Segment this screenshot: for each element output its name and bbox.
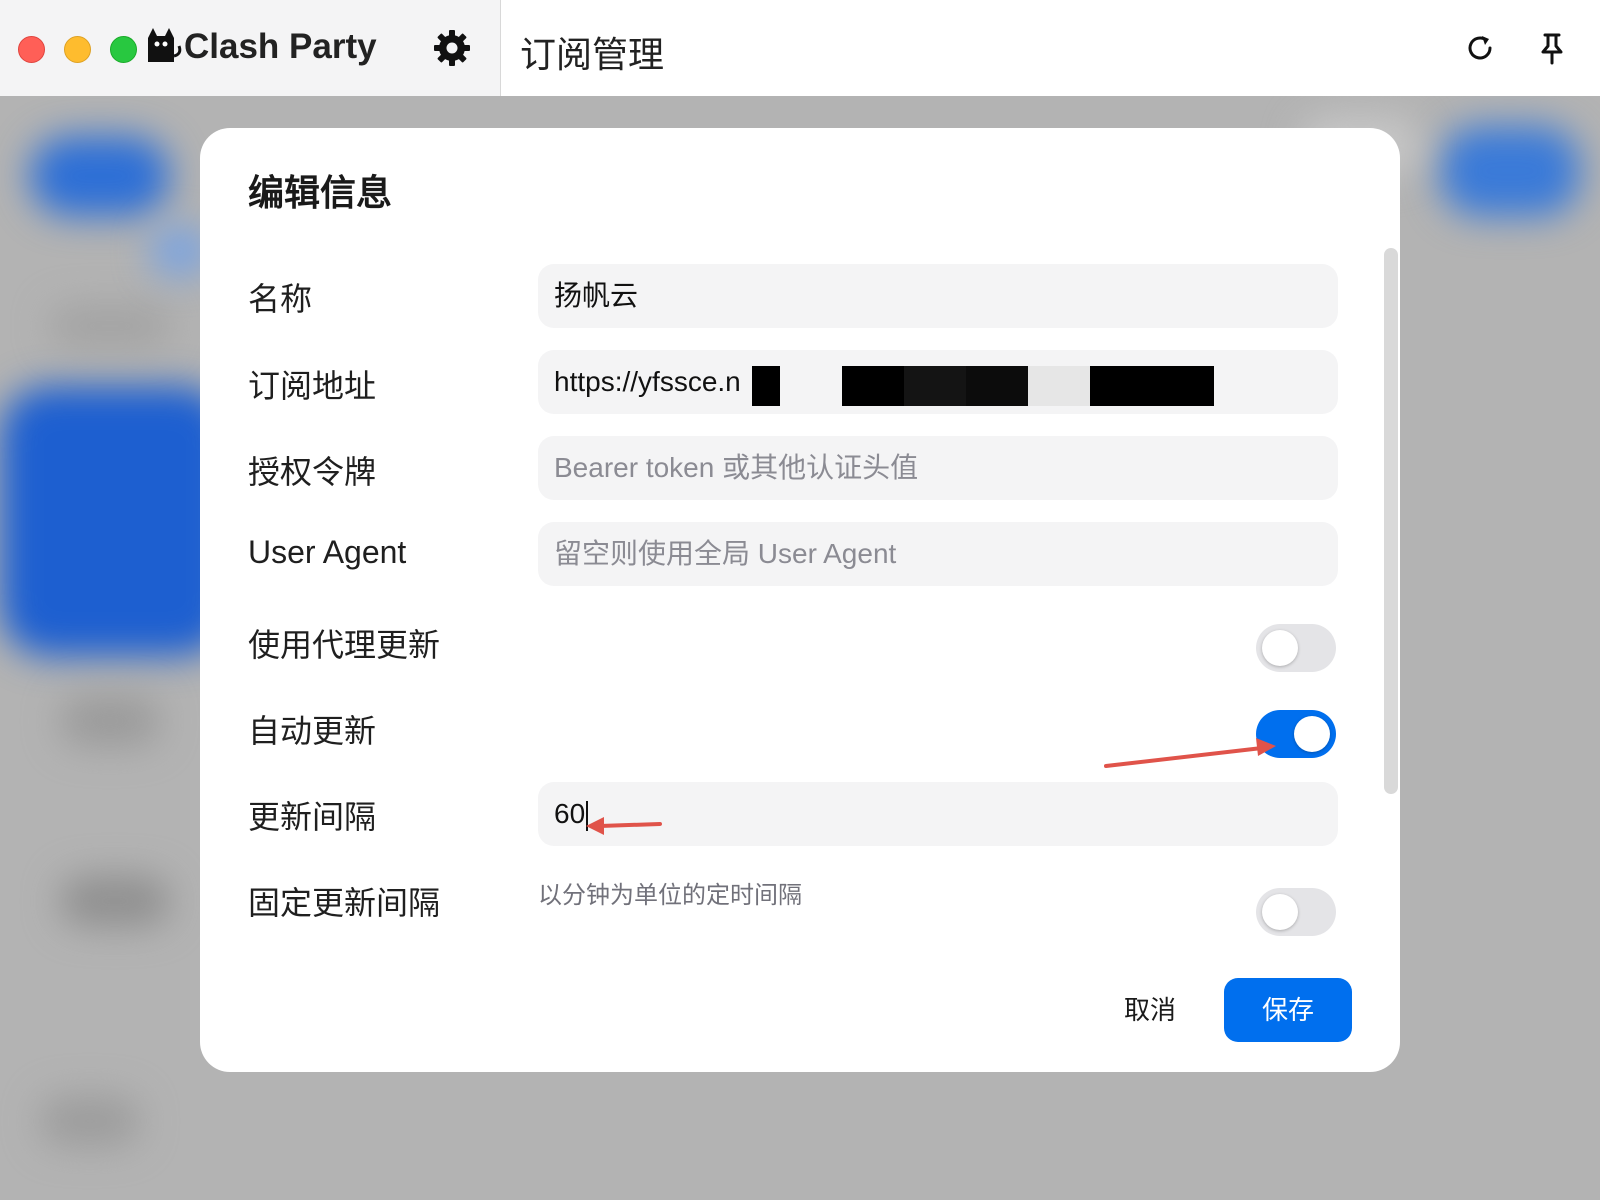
dialog-title: 编辑信息 (248, 172, 393, 213)
auth-token-input[interactable]: Bearer token 或其他认证头值 (538, 436, 1338, 500)
blurred-element (50, 306, 170, 346)
blurred-element (30, 136, 170, 216)
toggle-knob (1262, 894, 1298, 930)
dialog-scrollbar[interactable] (1384, 248, 1398, 794)
toggle-knob (1294, 716, 1330, 752)
toggle-knob (1262, 630, 1298, 666)
pane-divider (500, 0, 501, 96)
auth-token-placeholder: Bearer token 或其他认证头值 (554, 452, 919, 483)
cancel-button[interactable]: 取消 (1100, 978, 1200, 1042)
redaction-block (842, 366, 904, 406)
edit-info-dialog: 编辑信息 名称 扬帆云 订阅地址 https://yfssce.n 授权令牌 B… (200, 128, 1400, 1072)
subscription-url-input[interactable]: https://yfssce.n (538, 350, 1338, 414)
update-interval-hint: 以分钟为单位的定时间隔 (538, 882, 802, 909)
user-agent-label: User Agent (248, 534, 407, 570)
blurred-element (40, 1096, 140, 1146)
gear-icon[interactable] (432, 28, 472, 68)
auto-update-toggle[interactable] (1256, 710, 1336, 758)
app-name: Clash Party (184, 27, 377, 66)
user-agent-input[interactable]: 留空则使用全局 User Agent (538, 522, 1338, 586)
redaction-block (1028, 366, 1090, 406)
page-title: 订阅管理 (520, 34, 665, 75)
refresh-icon[interactable] (1462, 30, 1498, 66)
redaction-block (1090, 366, 1214, 406)
minimize-window-button[interactable] (64, 36, 91, 63)
auto-update-label: 自动更新 (248, 713, 377, 749)
use-proxy-label: 使用代理更新 (248, 627, 441, 663)
update-interval-label: 更新间隔 (248, 799, 377, 835)
zoom-window-button[interactable] (110, 36, 137, 63)
blurred-element (60, 876, 170, 926)
fixed-interval-label: 固定更新间隔 (248, 885, 441, 921)
blurred-element (1440, 126, 1580, 216)
pin-icon[interactable] (1534, 30, 1570, 66)
redaction-block (752, 366, 780, 406)
auth-token-label: 授权令牌 (248, 454, 377, 490)
redaction-block (966, 366, 1028, 406)
text-caret (586, 800, 589, 831)
name-label: 名称 (248, 281, 313, 317)
name-value: 扬帆云 (554, 280, 639, 311)
redaction-block (904, 366, 966, 406)
name-input[interactable]: 扬帆云 (538, 264, 1338, 328)
blurred-element (0, 386, 230, 656)
subscription-url-label: 订阅地址 (248, 368, 377, 404)
cat-logo-icon (148, 28, 182, 62)
use-proxy-toggle[interactable] (1256, 624, 1336, 672)
title-bar: Clash Party 订阅管理 (0, 0, 1600, 96)
update-interval-input[interactable]: 60 (538, 782, 1338, 846)
update-interval-value: 60 (554, 798, 586, 829)
save-button[interactable]: 保存 (1224, 978, 1352, 1042)
fixed-interval-toggle[interactable] (1256, 888, 1336, 936)
user-agent-placeholder: 留空则使用全局 User Agent (554, 538, 897, 569)
blurred-element (60, 696, 160, 746)
subscription-url-value: https://yfssce.n (554, 366, 741, 397)
close-window-button[interactable] (18, 36, 45, 63)
